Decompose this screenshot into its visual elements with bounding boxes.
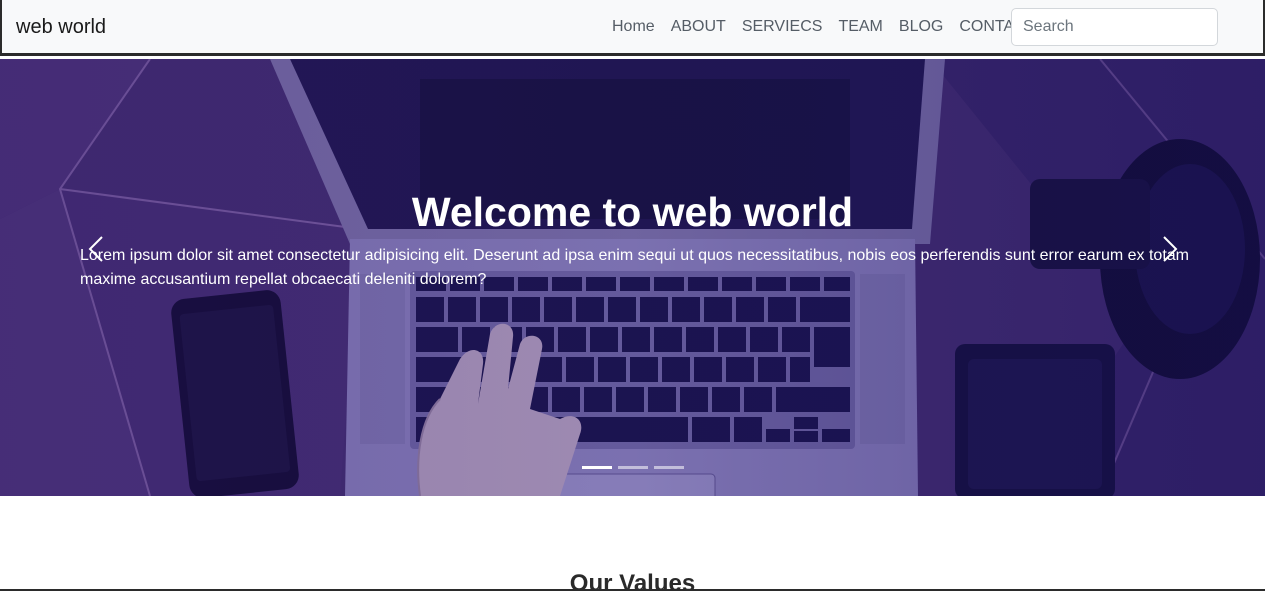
carousel-indicators xyxy=(582,466,684,469)
carousel-next-button[interactable] xyxy=(1150,229,1190,269)
chevron-right-icon xyxy=(1163,236,1178,262)
hero-title: Welcome to web world xyxy=(411,189,854,235)
carousel-indicator-2[interactable] xyxy=(618,466,648,469)
carousel-indicator-3[interactable] xyxy=(654,466,684,469)
nav-link-services[interactable]: SERVIECS xyxy=(734,18,831,36)
carousel-indicator-1[interactable] xyxy=(582,466,612,469)
hero-description: Lorem ipsum dolor sit amet consectetur a… xyxy=(80,247,1189,288)
nav-link-team[interactable]: TEAM xyxy=(830,18,890,36)
chevron-left-icon xyxy=(88,236,103,262)
brand-logo[interactable]: web world xyxy=(16,16,106,39)
search-input[interactable] xyxy=(1011,8,1218,46)
nav-link-home[interactable]: Home xyxy=(604,18,663,36)
nav-link-blog[interactable]: BLOG xyxy=(891,18,951,36)
section-title: Our Values xyxy=(569,570,696,591)
navbar: web world Home ABOUT SERVIECS TEAM BLOG … xyxy=(0,0,1265,56)
nav-links: Home ABOUT SERVIECS TEAM BLOG CONTACT xyxy=(604,18,1044,36)
hero-carousel: Welcome to web world Lorem ipsum dolor s… xyxy=(0,59,1265,496)
carousel-prev-button[interactable] xyxy=(76,229,116,269)
nav-link-about[interactable]: ABOUT xyxy=(663,18,734,36)
